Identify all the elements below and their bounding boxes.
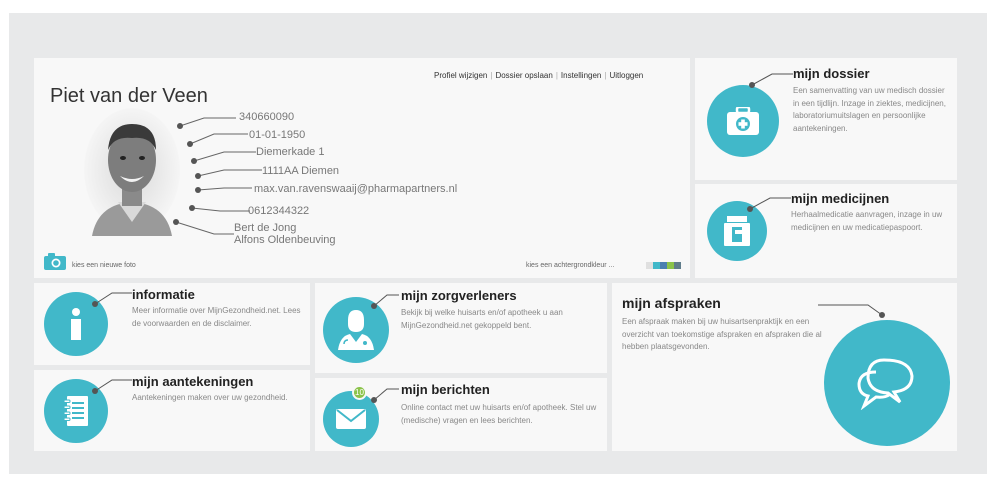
swatch-slate[interactable] <box>674 262 681 269</box>
tile-aantekeningen[interactable]: mijn aantekeningen Aantekeningen maken o… <box>34 370 310 451</box>
background-color-label: kies een achtergrondkleur ... <box>526 262 615 269</box>
dossier-connector <box>749 73 793 88</box>
info-icon <box>71 308 81 340</box>
postal-value: 1111AA Diemen <box>262 165 340 177</box>
pill-bottle-icon <box>724 216 750 246</box>
informatie-connector <box>92 292 132 307</box>
phone-value: 0612344322 <box>248 205 310 217</box>
dossier-desc: Een samenvatting van uw medisch dossier … <box>793 86 946 133</box>
aantekeningen-connector <box>92 379 132 394</box>
street-value: Diemerkade 1 <box>256 146 325 158</box>
doctor-icon <box>338 310 374 350</box>
aantekeningen-desc: Aantekeningen maken over uw gezondheid. <box>132 393 288 402</box>
tile-medicijnen[interactable]: mijn medicijnen Herhaalmedicatie aanvrag… <box>695 184 957 278</box>
tile-afspraken[interactable]: mijn afspraken Een afspraak maken bij uw… <box>612 283 957 451</box>
email-value: max.van.ravenswaaij@pharmapartners.nl <box>254 183 458 195</box>
afspraken-desc: Een afspraak maken bij uw huisartsenprak… <box>622 317 822 351</box>
afspraken-icon-circle <box>824 320 950 446</box>
zorgverleners-desc: Bekijk bij welke huisarts en/of apotheek… <box>401 308 563 330</box>
tile-dossier[interactable]: mijn dossier Een samenvatting van uw med… <box>695 58 957 180</box>
tile-informatie[interactable]: informatie Meer informatie over MijnGezo… <box>34 283 310 365</box>
informatie-desc: Meer informatie over MijnGezondheid.net.… <box>132 306 301 328</box>
swatch-green[interactable] <box>667 262 674 269</box>
berichten-desc: Online contact met uw huisarts en/of apo… <box>401 403 597 425</box>
camera-icon[interactable] <box>44 253 66 270</box>
profile-nav: Profiel wijzigen | Dossier opslaan | Instell… <box>434 71 644 80</box>
settings-link[interactable]: Instellingen <box>561 71 601 80</box>
unread-badge: 10 <box>352 385 367 400</box>
swatch-blue[interactable] <box>660 262 667 269</box>
berichten-connector <box>371 388 399 403</box>
medicijnen-desc: Herhaalmedicatie aanvragen, inzage in uw… <box>791 210 943 232</box>
profile-card: Piet van der Veen Profiel wijzigen | Dossi… <box>34 58 690 278</box>
save-dossier-link[interactable]: Dossier opslaan <box>495 71 552 80</box>
berichten-title: mijn berichten <box>401 382 490 397</box>
envelope-icon <box>336 409 366 429</box>
bsn-value: 340660090 <box>239 111 295 123</box>
medicijnen-connector <box>747 197 791 212</box>
edit-profile-link[interactable]: Profiel wijzigen <box>434 71 487 80</box>
tile-berichten[interactable]: 10 mijn berichten Online contact met uw … <box>315 378 607 451</box>
zorgverleners-title: mijn zorgverleners <box>401 288 517 303</box>
afspraken-connector <box>818 304 885 318</box>
dossier-title: mijn dossier <box>793 66 870 81</box>
new-photo-link[interactable]: kies een nieuwe foto <box>72 262 136 269</box>
swatch-grey[interactable] <box>646 262 653 269</box>
zorgverleners-connector <box>371 294 399 309</box>
notebook-icon <box>64 396 88 426</box>
medicijnen-title: mijn medicijnen <box>791 191 890 206</box>
doctor-value: Bert de Jong <box>234 222 297 234</box>
logout-link[interactable]: Uitloggen <box>609 71 643 80</box>
swatch-teal[interactable] <box>653 262 660 269</box>
chat-bubbles-icon <box>857 358 914 410</box>
dossier-icon-circle <box>707 85 779 157</box>
medical-kit-icon <box>727 107 759 135</box>
aantekeningen-title: mijn aantekeningen <box>132 374 254 389</box>
informatie-title: informatie <box>132 287 195 302</box>
afspraken-title: mijn afspraken <box>622 295 721 311</box>
birthdate-value: 01-01-1950 <box>249 129 306 141</box>
tile-zorgverleners[interactable]: mijn zorgverleners Bekijk bij welke huis… <box>315 283 607 373</box>
pharmacy-value: Alfons Oldenbeuving <box>234 234 336 246</box>
